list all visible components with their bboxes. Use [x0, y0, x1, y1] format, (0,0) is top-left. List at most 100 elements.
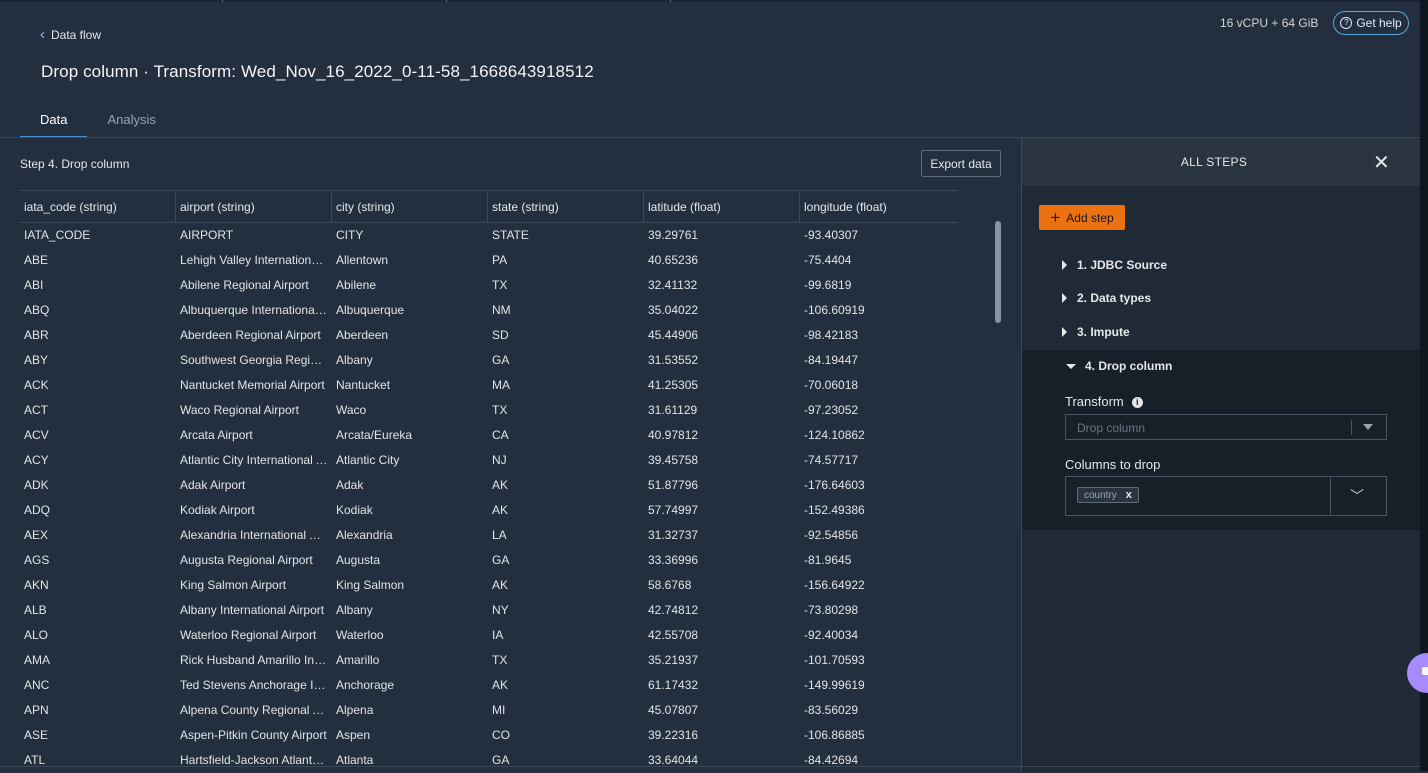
info-icon[interactable]: i [1131, 397, 1143, 408]
remove-token-icon[interactable]: x [1126, 489, 1132, 501]
transform-select-value: Drop column [1077, 421, 1146, 435]
grid-scrollbar[interactable] [995, 221, 1001, 323]
table-cell: -92.54856 [804, 528, 859, 542]
table-cell: -74.57717 [804, 453, 859, 467]
plus-icon: + [1050, 207, 1061, 227]
step-item-impute[interactable]: 3. Impute [1062, 325, 1130, 339]
table-cell: Ted Stevens Anchorage International Airp… [180, 678, 332, 692]
column-header[interactable]: state (string) [488, 191, 644, 222]
table-row: ABR Aberdeen Regional Airport Aberdeen SD 45… [20, 323, 958, 348]
tab-data[interactable]: Data [20, 104, 88, 138]
table-cell: 33.64044 [648, 753, 699, 767]
table-row: ACT Waco Regional Airport Waco TX 31.61129 -9… [20, 398, 958, 423]
strip-tick [446, 0, 447, 2]
table-cell: -73.80298 [804, 603, 859, 617]
table-cell: AMA [24, 653, 51, 667]
table-cell: Nantucket [336, 378, 391, 392]
step-item-data-types[interactable]: 2. Data types [1062, 291, 1151, 305]
table-cell: AKN [24, 578, 49, 592]
bottom-divider [0, 766, 1420, 767]
table-row: IATA_CODE AIRPORT CITY STATE 39.29761 -93.403… [20, 223, 958, 248]
columns-to-drop-label: Columns to drop [1065, 457, 1161, 472]
column-header[interactable]: city (string) [332, 191, 488, 222]
table-cell: Aspen [336, 728, 371, 742]
table-cell: ASE [24, 728, 49, 742]
table-cell: 33.36996 [648, 553, 699, 567]
tab-analysis[interactable]: Analysis [87, 104, 175, 137]
export-data-button[interactable]: Export data [921, 150, 1001, 177]
table-row: ALB Albany International Airport Albany NY 4… [20, 598, 958, 623]
step-item-jdbc-source[interactable]: 1. JDBC Source [1062, 258, 1167, 272]
transform-select[interactable]: Drop column [1065, 414, 1387, 440]
table-cell: NY [492, 603, 509, 617]
add-step-label: Add step [1066, 210, 1114, 225]
table-cell: Lehigh Valley International Airport [180, 253, 332, 267]
table-cell: AK [492, 578, 509, 592]
table-cell: ACY [24, 453, 49, 467]
step-label: 1. JDBC Source [1077, 258, 1168, 272]
table-row: APN Alpena County Regional Airport Alpena M… [20, 698, 958, 723]
caret-right-icon [1062, 260, 1067, 270]
table-cell: 35.21937 [648, 653, 699, 667]
back-label: Data flow [51, 28, 102, 42]
chevron-left-icon: ‹ [40, 26, 45, 43]
step-item-drop-column-expanded: 4. Drop column Transform i Drop column Co… [1022, 350, 1420, 530]
column-header[interactable]: airport (string) [176, 191, 332, 222]
caret-right-icon [1062, 327, 1067, 337]
table-cell: SD [492, 328, 509, 342]
table-cell: Aberdeen [336, 328, 389, 342]
table-cell: IATA_CODE [24, 228, 91, 242]
table-row: ABQ Albuquerque International Sunport Albu… [20, 298, 958, 323]
get-help-button[interactable]: ? Get help [1333, 11, 1409, 35]
column-header[interactable]: longitude (float) [800, 191, 956, 222]
table-cell: King Salmon Airport [180, 578, 287, 592]
add-step-button[interactable]: + Add step [1039, 205, 1125, 230]
table-cell: LA [492, 528, 507, 542]
table-cell: -70.06018 [804, 378, 859, 392]
get-help-label: Get help [1356, 16, 1402, 30]
column-header[interactable]: iata_code (string) [20, 191, 176, 222]
table-cell: -176.64603 [804, 478, 865, 492]
table-cell: AK [492, 503, 509, 517]
table-cell: Alexandria International Airport [180, 528, 332, 542]
table-cell: 35.04022 [648, 303, 699, 317]
table-row: ABY Southwest Georgia Regional Airport Alb… [20, 348, 958, 373]
grid-body: IATA_CODE AIRPORT CITY STATE 39.29761 -93.403… [20, 223, 958, 773]
table-cell: AK [492, 478, 509, 492]
table-cell: 39.45758 [648, 453, 699, 467]
table-cell: Adak [336, 478, 364, 492]
table-cell: Atlanta [336, 753, 374, 767]
step-label: Step 4. Drop column [20, 157, 130, 171]
table-cell: Albuquerque [336, 303, 405, 317]
table-row: ACY Atlantic City International Airport At… [20, 448, 958, 473]
table-cell: -84.42694 [804, 753, 859, 767]
back-to-data-flow-link[interactable]: ‹ Data flow [40, 26, 102, 43]
table-cell: -156.64922 [804, 578, 865, 592]
step-item-drop-column[interactable]: 4. Drop column [1066, 359, 1172, 373]
table-cell: Alexandria [336, 528, 393, 542]
table-cell: 32.41132 [648, 278, 698, 292]
table-cell: 58.6768 [648, 578, 692, 592]
table-cell: 57.74997 [648, 503, 699, 517]
table-cell: ACK [24, 378, 49, 392]
view-tabs: Data Analysis [20, 104, 176, 138]
table-cell: Albuquerque International Sunport [180, 303, 332, 317]
column-token: country x [1077, 487, 1139, 503]
chevron-down-icon[interactable]: ﹀ [1350, 486, 1364, 506]
table-row: ALO Waterloo Regional Airport Waterloo IA 42… [20, 623, 958, 648]
table-cell: Albany [336, 353, 373, 367]
column-token-label: country [1084, 489, 1117, 501]
table-cell: AIRPORT [180, 228, 234, 242]
table-cell: Allentown [336, 253, 389, 267]
close-icon[interactable]: ✕ [1373, 150, 1390, 175]
columns-to-drop-multiselect[interactable]: country x ﹀ [1065, 476, 1387, 516]
table-cell: 42.74812 [648, 603, 699, 617]
table-cell: MI [492, 703, 506, 717]
panel-title: ALL STEPS [1180, 155, 1248, 169]
table-cell: Waco [336, 403, 367, 417]
table-row: ASE Aspen-Pitkin County Airport Aspen CO 39.… [20, 723, 958, 748]
table-cell: Atlantic City [336, 453, 400, 467]
table-cell: Kodiak [336, 503, 373, 517]
table-cell: ALB [24, 603, 47, 617]
column-header[interactable]: latitude (float) [644, 191, 800, 222]
